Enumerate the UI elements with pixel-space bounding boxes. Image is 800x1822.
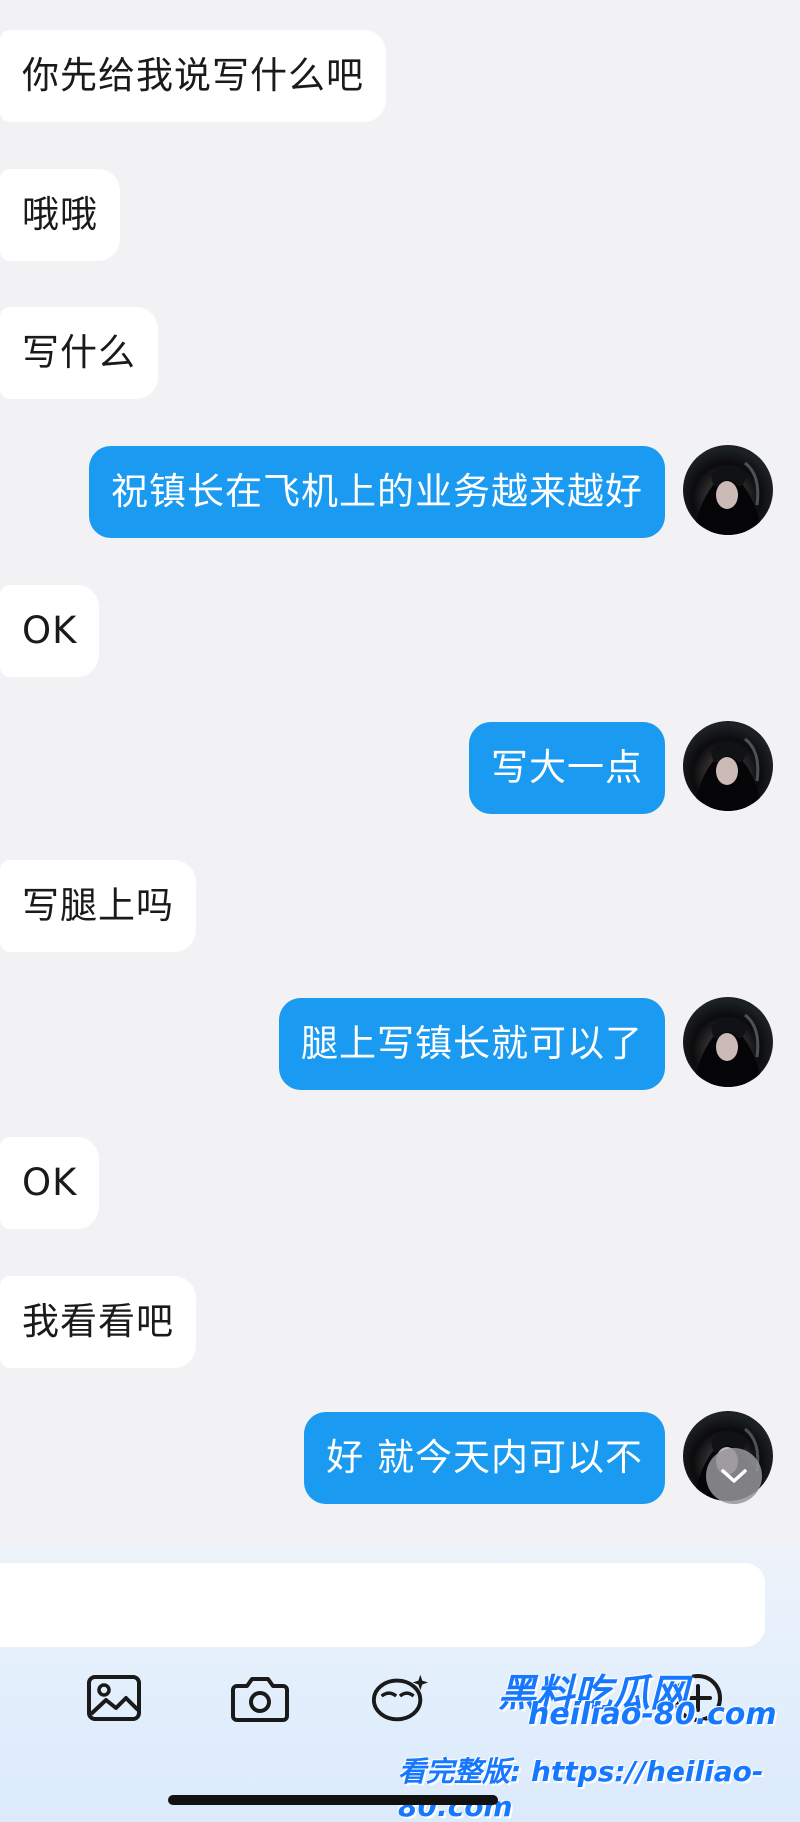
camera-button[interactable] — [230, 1668, 290, 1728]
user-avatar[interactable] — [683, 997, 773, 1087]
incoming-message[interactable]: 写腿上吗 — [0, 860, 196, 952]
incoming-message[interactable]: 我看看吧 — [0, 1276, 196, 1368]
avatar-image — [693, 1013, 763, 1087]
image-icon — [87, 1675, 141, 1721]
image-button[interactable] — [84, 1668, 144, 1728]
sticker-icon — [371, 1674, 429, 1722]
message-input[interactable] — [0, 1563, 765, 1647]
incoming-message[interactable]: 写什么 — [0, 307, 158, 399]
incoming-message[interactable]: 你先给我说写什么吧 — [0, 30, 386, 122]
outgoing-message[interactable]: 写大一点 — [469, 722, 665, 814]
outgoing-message[interactable]: 祝镇长在飞机上的业务越来越好 — [89, 446, 665, 538]
sticker-button[interactable] — [370, 1668, 430, 1728]
avatar-image — [693, 737, 763, 811]
chat-message-list[interactable]: 你先给我说写什么吧 哦哦 写什么 祝镇长在飞机上的业务越来越好 OK 写大一点 … — [0, 0, 800, 1545]
incoming-message[interactable]: OK — [0, 1137, 100, 1229]
watermark-link[interactable]: 看完整版: https://heiliao-80.com — [398, 1750, 800, 1822]
home-indicator[interactable] — [168, 1795, 498, 1805]
outgoing-message[interactable]: 腿上写镇长就可以了 — [279, 998, 665, 1090]
avatar-image — [693, 461, 763, 535]
user-avatar[interactable] — [683, 445, 773, 535]
outgoing-message[interactable]: 好 就今天内可以不 — [304, 1412, 665, 1504]
watermark-url: heiliao-80.com — [528, 1697, 777, 1732]
scroll-to-bottom-button[interactable] — [706, 1448, 762, 1504]
camera-icon — [231, 1677, 289, 1722]
chevron-down-icon — [721, 1469, 747, 1483]
incoming-message[interactable]: OK — [0, 585, 100, 677]
incoming-message[interactable]: 哦哦 — [0, 169, 120, 261]
user-avatar[interactable] — [683, 721, 773, 811]
